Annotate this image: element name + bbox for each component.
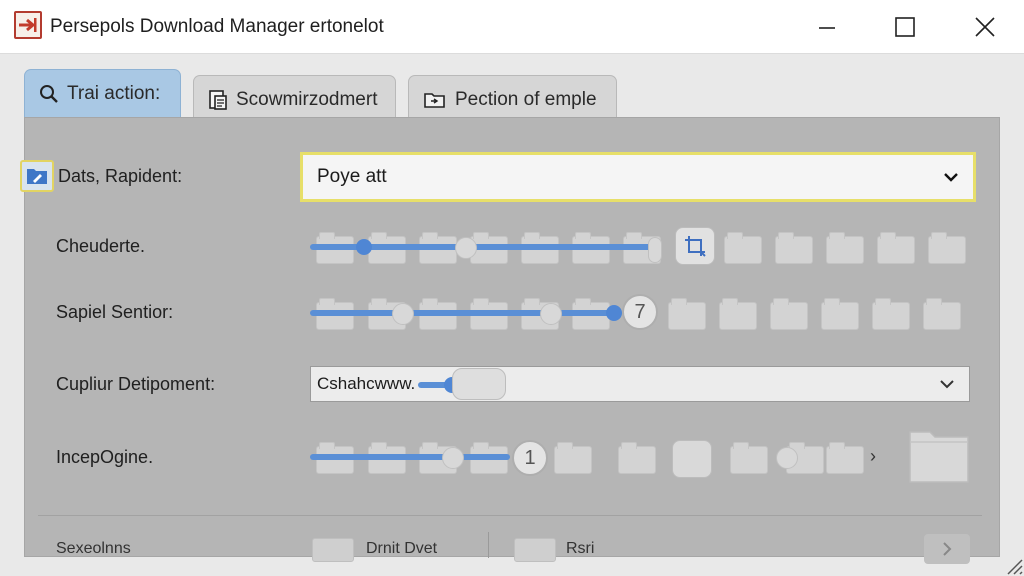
tab-scowmirzodmert[interactable]: Scowmirzodmert xyxy=(193,75,396,123)
row-label-sapiel-sentior: Sapiel Sentior: xyxy=(56,302,174,322)
crop-button[interactable] xyxy=(675,227,715,265)
folder-edit-icon[interactable] xyxy=(20,160,54,192)
title-bar: Persepols Download Manager ertonelot xyxy=(0,0,1024,54)
slider-knob[interactable] xyxy=(540,303,562,325)
bottom-item-2[interactable]: Rsri xyxy=(566,540,594,558)
crop-icon xyxy=(685,236,706,257)
badge-value: 1 xyxy=(524,446,536,469)
chevron-down-icon xyxy=(944,173,958,182)
slider-knob[interactable] xyxy=(455,237,477,259)
value-badge: 1 xyxy=(512,440,548,476)
maximize-button[interactable] xyxy=(866,0,944,54)
chevron-down-icon xyxy=(940,380,954,389)
dropdown-value: Cshahcwww. xyxy=(317,374,416,393)
row-label-cheuderte: Cheuderte. xyxy=(56,236,146,256)
cheuderte-slider[interactable] xyxy=(310,232,970,266)
chevron-right-icon[interactable]: › xyxy=(870,446,876,467)
slider-knob[interactable] xyxy=(442,447,464,469)
inline-slider-handle[interactable] xyxy=(452,368,506,400)
badge-value: 7 xyxy=(634,300,646,323)
dropdown-value: Poye att xyxy=(317,166,387,187)
tab-label: Pection of emple xyxy=(455,88,597,110)
value-badge: 7 xyxy=(622,294,658,330)
chevron-right-icon xyxy=(943,542,952,556)
minimize-button[interactable] xyxy=(788,0,866,54)
tab-trai-action[interactable]: Trai action: xyxy=(24,69,181,117)
slider-dot[interactable] xyxy=(356,239,372,255)
slider-end-knob[interactable] xyxy=(648,237,662,263)
minimize-icon xyxy=(819,27,835,29)
large-folder-icon[interactable] xyxy=(908,428,970,484)
close-icon xyxy=(975,17,995,37)
app-logo-icon xyxy=(14,11,42,39)
incepogine-slider[interactable] xyxy=(310,442,866,476)
row-label-incepogine: IncepOgine. xyxy=(56,447,154,467)
slider-dot[interactable] xyxy=(606,305,622,321)
folder-icon xyxy=(514,538,556,562)
row-label-dats: Dats, Rapident: xyxy=(58,166,183,186)
bottom-item-1[interactable]: Drnit Dvet xyxy=(366,540,437,558)
bottom-section-label: Sexeolnns xyxy=(56,540,131,557)
slider-knob[interactable] xyxy=(776,447,798,469)
resize-grip-icon[interactable] xyxy=(1004,556,1024,576)
step-button[interactable] xyxy=(672,440,712,478)
folder-icon xyxy=(312,538,354,562)
tab-pection-of-emple[interactable]: Pection of emple xyxy=(408,75,617,123)
folder-icon xyxy=(424,92,445,108)
cupliur-detipoment-dropdown[interactable]: Cshahcwww. xyxy=(310,366,970,402)
tab-label: Scowmirzodmert xyxy=(236,88,378,110)
maximize-icon xyxy=(895,17,915,37)
tab-label: Trai action: xyxy=(67,82,161,104)
next-button[interactable] xyxy=(924,534,970,564)
search-icon xyxy=(40,84,58,103)
row-label-cupliur-detipoment: Cupliur Detipoment: xyxy=(56,374,216,394)
dats-rapident-dropdown[interactable]: Poye att xyxy=(300,152,976,202)
window-title: Persepols Download Manager ertonelot xyxy=(50,16,384,37)
section-divider xyxy=(38,515,982,516)
document-icon xyxy=(209,89,227,110)
bottom-separator xyxy=(488,532,489,558)
close-button[interactable] xyxy=(946,0,1024,54)
slider-knob[interactable] xyxy=(392,303,414,325)
